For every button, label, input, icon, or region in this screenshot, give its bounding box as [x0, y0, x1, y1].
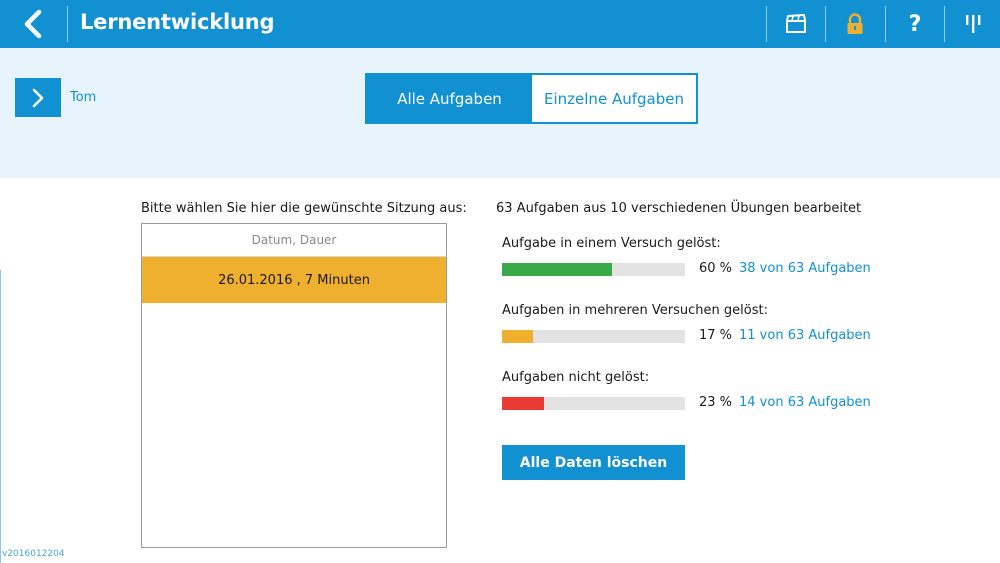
tab-alle-aufgaben[interactable]: Alle Aufgaben: [367, 75, 532, 122]
learner-select-button[interactable]: [15, 78, 61, 117]
stat-label-one-try: Aufgabe in einem Versuch gelöst:: [502, 236, 721, 251]
divider: [0, 270, 1, 563]
count-link-not-solved[interactable]: 14 von 63 Aufgaben: [739, 395, 871, 410]
lock-icon: [847, 13, 863, 34]
delete-all-data-button[interactable]: Alle Daten löschen: [502, 445, 685, 480]
page-title: Lernentwicklung: [80, 10, 275, 34]
lock-button[interactable]: [826, 0, 884, 48]
percent-one-try: 60 %: [699, 261, 733, 276]
clapperboard-button[interactable]: [767, 0, 825, 48]
learner-name: Tom: [70, 90, 97, 105]
progress-bar-one-try: [502, 263, 685, 276]
progress-fill-not-solved: [502, 397, 545, 410]
back-button[interactable]: [0, 0, 66, 48]
header-band-curve: [0, 150, 1000, 176]
count-link-one-try[interactable]: 38 von 63 Aufgaben: [739, 261, 871, 276]
help-button[interactable]: ?: [886, 0, 944, 48]
progress-bar-multiple-tries: [502, 330, 685, 343]
top-bar: Lernentwicklung ?: [0, 0, 1000, 48]
chevron-left-icon: [24, 9, 42, 39]
tab-einzelne-aufgaben[interactable]: Einzelne Aufgaben: [532, 75, 696, 122]
percent-not-solved: 23 %: [699, 395, 733, 410]
version-label: v2016012204: [2, 549, 65, 559]
view-tabs: Alle Aufgaben Einzelne Aufgaben: [365, 73, 698, 124]
stat-label-multiple-tries: Aufgaben in mehreren Versuchen gelöst:: [502, 303, 768, 318]
session-list-header: Datum, Dauer: [142, 224, 446, 257]
chevron-right-icon: [32, 88, 44, 107]
stat-label-not-solved: Aufgaben nicht gelöst:: [502, 370, 650, 385]
percent-multiple-tries: 17 %: [699, 328, 733, 343]
stats-summary: 63 Aufgaben aus 10 verschiedenen Übungen…: [496, 201, 862, 216]
divider: [67, 6, 68, 42]
progress-fill-one-try: [502, 263, 612, 276]
menu-bars-icon: [965, 15, 980, 33]
session-list-item[interactable]: 26.01.2016 , 7 Minuten: [142, 257, 446, 303]
clapperboard-icon: [786, 14, 806, 33]
progress-fill-multiple-tries: [502, 330, 534, 343]
progress-bar-not-solved: [502, 397, 685, 410]
session-prompt: Bitte wählen Sie hier die gewünschte Sit…: [141, 201, 467, 216]
menu-button[interactable]: [945, 0, 1000, 48]
count-link-multiple-tries[interactable]: 11 von 63 Aufgaben: [739, 328, 871, 343]
session-list[interactable]: Datum, Dauer 26.01.2016 , 7 Minuten: [141, 223, 447, 548]
help-icon: ?: [908, 11, 922, 37]
